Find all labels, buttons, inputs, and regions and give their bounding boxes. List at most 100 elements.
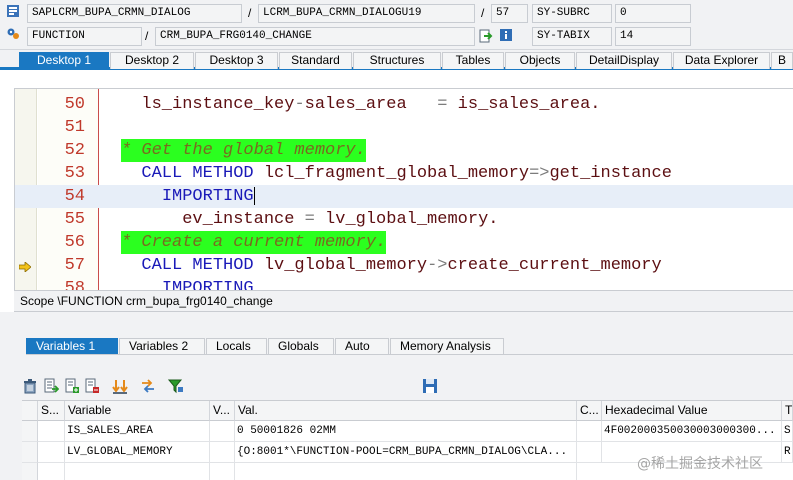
separator: / (145, 29, 149, 43)
column-header-hex-value[interactable]: Hexadecimal Value (602, 401, 782, 421)
table-cell-v[interactable] (210, 421, 235, 442)
sy-subrc-value[interactable]: 0 (615, 4, 691, 23)
code-line[interactable]: 56 * Create a current memory. (15, 231, 793, 254)
table-cell-value[interactable] (235, 463, 577, 480)
tab-desktop-3[interactable]: Desktop 3 (195, 52, 278, 69)
line-number: 54 (64, 187, 85, 206)
code-text: IMPORTING (161, 279, 254, 290)
sy-tabix-label: SY-TABIX (532, 27, 612, 46)
column-header-value[interactable]: Val. (235, 401, 577, 421)
code-text: ls_instance_key-sales_area = is_sales_ar… (121, 95, 601, 114)
line-number-field[interactable]: 57 (491, 4, 528, 23)
separator: / (248, 6, 252, 20)
import-variables-icon[interactable] (43, 378, 60, 394)
code-line[interactable]: 53 CALL METHOD lcl_fragment_global_memor… (15, 162, 793, 185)
row-selector[interactable] (22, 442, 38, 463)
desktop-tab-bar: Desktop 1 Desktop 2 Desktop 3 Standard S… (0, 50, 793, 70)
column-header-change[interactable]: C... (577, 401, 602, 421)
line-number: 52 (64, 141, 85, 160)
sort-icon[interactable] (112, 378, 128, 394)
event-name-field[interactable]: CRM_BUPA_FRG0140_CHANGE (155, 27, 475, 46)
table-cell-type[interactable]: S (782, 421, 793, 442)
column-header-v[interactable]: V... (210, 401, 235, 421)
function-icon (6, 27, 20, 41)
watermark: @稀土掘金技术社区 (637, 456, 763, 472)
table-cell-hex[interactable]: 4F002000350030003000300... (602, 421, 782, 442)
code-line-execution[interactable]: 57 CALL METHOD lv_global_memory->create_… (15, 254, 793, 277)
remove-row-icon[interactable] (84, 378, 100, 394)
code-comment: * Create a current memory. (121, 231, 387, 254)
tab-structures[interactable]: Structures (353, 52, 441, 69)
row-selector-header[interactable] (22, 401, 38, 421)
execution-pointer-icon (18, 261, 32, 273)
line-number: 51 (64, 118, 85, 137)
text-cursor (253, 186, 255, 205)
tab-variables-2[interactable]: Variables 2 (119, 338, 205, 355)
code-text: IMPORTING (161, 186, 255, 206)
tab-data-explorer[interactable]: Data Explorer (673, 52, 770, 69)
source-code-editor[interactable]: 50 ls_instance_key-sales_area = is_sales… (14, 88, 793, 290)
table-cell-v[interactable] (210, 463, 235, 480)
add-row-icon[interactable] (64, 378, 80, 394)
table-cell-status[interactable] (38, 421, 65, 442)
column-header-status[interactable]: S... (38, 401, 65, 421)
row-selector[interactable] (22, 463, 38, 480)
table-cell-v[interactable] (210, 442, 235, 463)
table-cell-variable[interactable]: IS_SALES_AREA (65, 421, 210, 442)
tab-tables[interactable]: Tables (442, 52, 504, 69)
sy-subrc-label: SY-SUBRC (532, 4, 612, 23)
program-field[interactable]: SAPLCRM_BUPA_CRMN_DIALOG (27, 4, 242, 23)
line-number: 58 (64, 279, 85, 290)
tab-desktop-2[interactable]: Desktop 2 (110, 52, 194, 69)
navigate-to-source-icon[interactable] (479, 29, 493, 43)
line-number: 56 (64, 233, 85, 252)
tab-globals[interactable]: Globals (268, 338, 334, 355)
info-icon[interactable] (499, 28, 513, 42)
tab-standard[interactable]: Standard (279, 52, 352, 69)
column-header-variable[interactable]: Variable (65, 401, 210, 421)
tab-overflow[interactable]: B (771, 52, 793, 69)
line-number: 50 (64, 95, 85, 114)
code-line[interactable]: 50 ls_instance_key-sales_area = is_sales… (15, 93, 793, 116)
table-cell-variable[interactable]: LV_GLOBAL_MEMORY (65, 442, 210, 463)
code-line[interactable]: 51 (15, 116, 793, 139)
line-number: 57 (64, 256, 85, 275)
table-cell-status[interactable] (38, 442, 65, 463)
code-line[interactable]: 55 ev_instance = lv_global_memory. (15, 208, 793, 231)
filter-icon[interactable] (167, 378, 184, 394)
debugger-header: SAPLCRM_BUPA_CRMN_DIALOG / LCRM_BUPA_CRM… (0, 0, 793, 50)
tab-variables-1[interactable]: Variables 1 (26, 338, 118, 355)
transfer-icon[interactable] (140, 378, 156, 394)
save-icon[interactable] (422, 378, 438, 394)
code-text: CALL METHOD lcl_fragment_global_memory=>… (141, 164, 672, 183)
table-cell-variable[interactable] (65, 463, 210, 480)
column-header-type[interactable]: T (782, 401, 793, 421)
tab-objects[interactable]: Objects (505, 52, 575, 69)
event-type-field[interactable]: FUNCTION (27, 27, 142, 46)
tab-divider (26, 354, 793, 355)
code-line-current[interactable]: 54 IMPORTING (15, 185, 793, 208)
line-number: 55 (64, 210, 85, 229)
tab-desktop-1[interactable]: Desktop 1 (19, 52, 109, 69)
table-cell-type[interactable]: R (782, 442, 793, 463)
table-cell-change[interactable] (577, 421, 602, 442)
tab-detail-display[interactable]: DetailDisplay (576, 52, 672, 69)
table-cell-change[interactable] (577, 442, 602, 463)
code-line[interactable]: 58 IMPORTING (15, 277, 793, 290)
variables-tab-bar: Variables 1 Variables 2 Locals Globals A… (26, 337, 793, 355)
table-cell-status[interactable] (38, 463, 65, 480)
table-cell-value[interactable]: 0 50001826 02MM (235, 421, 577, 442)
sy-tabix-value[interactable]: 14 (615, 27, 691, 46)
table-cell-value[interactable]: {O:8001*\FUNCTION-POOL=CRM_BUPA_CRMN_DIA… (235, 442, 577, 463)
code-line[interactable]: 52 * Get the global memory. (15, 139, 793, 162)
separator: / (481, 6, 485, 20)
row-selector[interactable] (22, 421, 38, 442)
code-text: CALL METHOD lv_global_memory->create_cur… (141, 256, 662, 275)
program-icon (6, 4, 20, 18)
tab-auto[interactable]: Auto (335, 338, 389, 355)
delete-icon[interactable] (22, 378, 38, 394)
tab-locals[interactable]: Locals (206, 338, 267, 355)
code-comment: * Get the global memory. (121, 139, 366, 162)
include-field[interactable]: LCRM_BUPA_CRMN_DIALOGU19 (258, 4, 475, 23)
tab-memory-analysis[interactable]: Memory Analysis (390, 338, 504, 355)
